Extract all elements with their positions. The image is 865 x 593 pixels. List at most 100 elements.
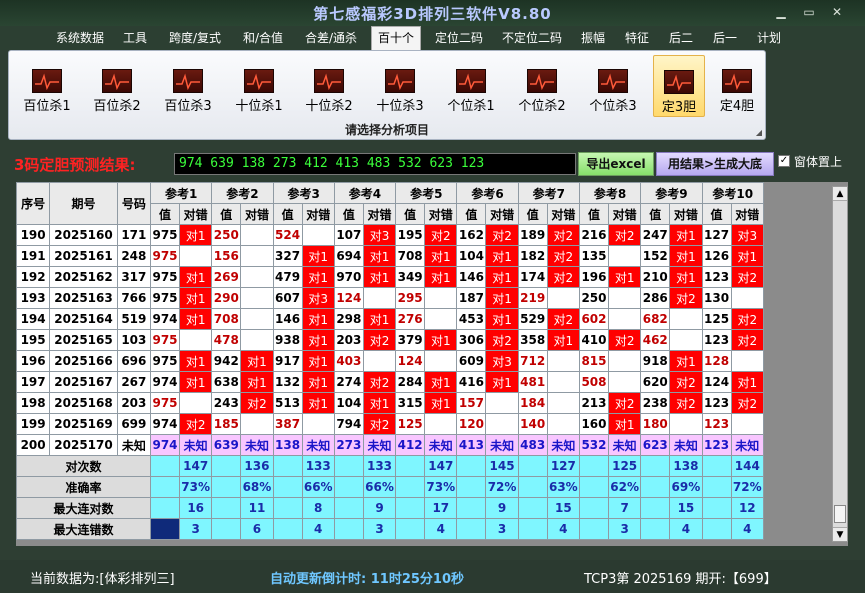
minimize-button[interactable]: ▁ bbox=[770, 4, 792, 20]
cell-value: 639 bbox=[211, 434, 242, 456]
cell-number: 171 bbox=[116, 224, 151, 246]
scroll-up-icon[interactable]: ▲ bbox=[833, 187, 847, 201]
ribbon-button-8[interactable]: 个位杀2 bbox=[508, 55, 576, 117]
cell-value: 815 bbox=[578, 350, 610, 372]
cell-value: 529 bbox=[517, 308, 548, 330]
ribbon-button-3[interactable]: 百位杀3 bbox=[154, 55, 222, 117]
cell-value: 290 bbox=[211, 287, 242, 309]
cell-value: 213 bbox=[578, 392, 610, 414]
cell-result: 对1 bbox=[424, 392, 458, 414]
ribbon-button-7[interactable]: 个位杀1 bbox=[437, 55, 505, 117]
cell-result bbox=[608, 308, 642, 330]
menu-item-system-data[interactable]: 系统数据 bbox=[50, 29, 110, 49]
scroll-down-icon[interactable]: ▼ bbox=[833, 527, 847, 541]
menu-item-tools[interactable]: 工具 bbox=[118, 29, 152, 49]
stats-row: 最大连错数 3 6 4 3 4 3 4 3 4 4 bbox=[16, 518, 765, 540]
generate-base-button[interactable]: 用结果>生成大底 bbox=[656, 152, 774, 176]
table-row[interactable]: 191 2025161 248 975 156 327 对1 694 对1 708 对1 104 对1 1… bbox=[16, 245, 765, 267]
cell-result bbox=[608, 350, 642, 372]
table-row[interactable]: 194 2025164 519 974 对1 708 146 对1 298 对1 276 453 对1 5… bbox=[16, 308, 765, 330]
cell-value: 126 bbox=[701, 245, 732, 267]
cell-seq: 198 bbox=[16, 392, 51, 414]
cell-result bbox=[301, 413, 335, 435]
stats-blank bbox=[517, 497, 548, 519]
table-row[interactable]: 192 2025162 317 975 对1 269 479 对1 970 对1 349 对1 146 对… bbox=[16, 266, 765, 288]
cell-issue: 2025164 bbox=[49, 308, 118, 330]
cell-value: 412 bbox=[395, 434, 426, 456]
cell-number: 未知 bbox=[116, 434, 151, 456]
tab-hundreds-tens-units[interactable]: 百十个 bbox=[371, 26, 421, 50]
menu-item-feature[interactable]: 特征 bbox=[620, 29, 654, 49]
menu-item-unfixed-two[interactable]: 不定位二码 bbox=[496, 29, 568, 49]
table-row[interactable]: 190 2025160 171 975 对1 250 524 107 对3 195 对2 162 对2 1… bbox=[16, 224, 765, 246]
ribbon-button-10[interactable]: 定3胆 bbox=[653, 55, 705, 117]
cell-result: 对1 bbox=[240, 371, 274, 393]
cell-value: 975 bbox=[149, 392, 181, 414]
topmost-checkbox[interactable]: ✓ bbox=[778, 155, 790, 167]
cell-value: 146 bbox=[456, 266, 487, 288]
stats-blank bbox=[456, 497, 487, 519]
menu-item-sum[interactable]: 和/合值 bbox=[236, 29, 290, 49]
ribbon-button-5[interactable]: 十位杀2 bbox=[295, 55, 363, 117]
cell-value: 286 bbox=[640, 287, 671, 309]
cell-value: 124 bbox=[395, 350, 426, 372]
future-row[interactable]: 200 2025170 未知 974 未知 639 未知 138 未知 273 未知 412 未知 413… bbox=[16, 434, 765, 456]
menu-item-last-two[interactable]: 后二 bbox=[664, 29, 698, 49]
cell-value: 140 bbox=[517, 413, 548, 435]
ribbon-button-11[interactable]: 定4胆 bbox=[711, 55, 763, 117]
ribbon-expand-icon[interactable]: ◢ bbox=[756, 128, 762, 137]
stats-value: 136 bbox=[240, 455, 274, 477]
cell-result: 对3 bbox=[362, 224, 397, 246]
cell-result bbox=[546, 287, 580, 309]
stats-blank bbox=[517, 476, 548, 498]
table-row[interactable]: 195 2025165 103 975 478 938 对1 203 对2 379 对1 306 对2 3… bbox=[16, 329, 765, 351]
cell-value: 638 bbox=[211, 371, 242, 393]
result-bar: 3码定胆预测结果: 974 639 138 273 412 413 483 53… bbox=[6, 150, 861, 178]
ribbon-button-9[interactable]: 个位杀3 bbox=[579, 55, 647, 117]
cell-issue: 2025168 bbox=[49, 392, 118, 414]
chart-icon bbox=[385, 69, 415, 93]
cell-result: 对2 bbox=[608, 224, 642, 246]
menu-item-last-one[interactable]: 后一 bbox=[708, 29, 742, 49]
table-row[interactable]: 193 2025163 766 975 对1 290 607 对3 124 295 187 对1 219… bbox=[16, 287, 765, 309]
menu-item-plan[interactable]: 计划 bbox=[752, 29, 786, 49]
ribbon-button-label: 十位杀1 bbox=[235, 99, 283, 114]
menu-item-amplitude[interactable]: 振幅 bbox=[576, 29, 610, 49]
table-row[interactable]: 196 2025166 696 975 对1 942 对1 917 对1 403 124 609 对3 7… bbox=[16, 350, 765, 372]
export-excel-button[interactable]: 导出excel bbox=[578, 152, 654, 176]
stats-value: 4 bbox=[669, 518, 703, 540]
subheader-result: 对错 bbox=[362, 203, 397, 225]
cell-result: 对1 bbox=[669, 350, 703, 372]
menu-item-diff[interactable]: 合差/通杀 bbox=[298, 29, 364, 49]
ribbon-button-6[interactable]: 十位杀3 bbox=[366, 55, 434, 117]
cell-result: 对1 bbox=[730, 371, 765, 393]
stats-value: 66% bbox=[301, 476, 335, 498]
cell-result bbox=[424, 308, 458, 330]
table-row[interactable]: 197 2025167 267 974 对1 638 对1 132 对1 274 对2 284 对1 41… bbox=[16, 371, 765, 393]
cell-value: 187 bbox=[456, 287, 487, 309]
cell-value: 123 bbox=[701, 266, 732, 288]
restore-button[interactable]: ▭ bbox=[798, 4, 820, 20]
table-row[interactable]: 198 2025168 203 975 243 对2 513 对1 104 对1 315 对1 157 1… bbox=[16, 392, 765, 414]
subheader-value: 值 bbox=[149, 203, 181, 225]
stats-value: 69% bbox=[669, 476, 703, 498]
cell-seq: 192 bbox=[16, 266, 51, 288]
scroll-thumb[interactable] bbox=[834, 505, 846, 523]
menu-item-fixed-two[interactable]: 定位二码 bbox=[428, 29, 490, 49]
ribbon-button-1[interactable]: 百位杀1 bbox=[13, 55, 81, 117]
ribbon-button-4[interactable]: 十位杀1 bbox=[225, 55, 293, 117]
menu-item-span[interactable]: 跨度/复式 bbox=[160, 29, 230, 49]
table-row[interactable]: 199 2025169 699 974 对2 185 387 794 对2 125 120 140 16… bbox=[16, 413, 765, 435]
close-button[interactable]: ✕ bbox=[826, 4, 848, 20]
cell-value: 403 bbox=[333, 350, 364, 372]
cell-result: 对2 bbox=[546, 224, 580, 246]
cell-result bbox=[730, 413, 765, 435]
cell-issue: 2025166 bbox=[49, 350, 118, 372]
vertical-scrollbar[interactable]: ▲ ▼ bbox=[832, 186, 848, 542]
cell-result: 对2 bbox=[485, 224, 519, 246]
cell-value: 247 bbox=[640, 224, 671, 246]
cell-issue: 2025161 bbox=[49, 245, 118, 267]
cell-value: 276 bbox=[395, 308, 426, 330]
result-output-field[interactable]: 974 639 138 273 412 413 483 532 623 123 bbox=[174, 153, 576, 175]
ribbon-button-2[interactable]: 百位杀2 bbox=[83, 55, 151, 117]
